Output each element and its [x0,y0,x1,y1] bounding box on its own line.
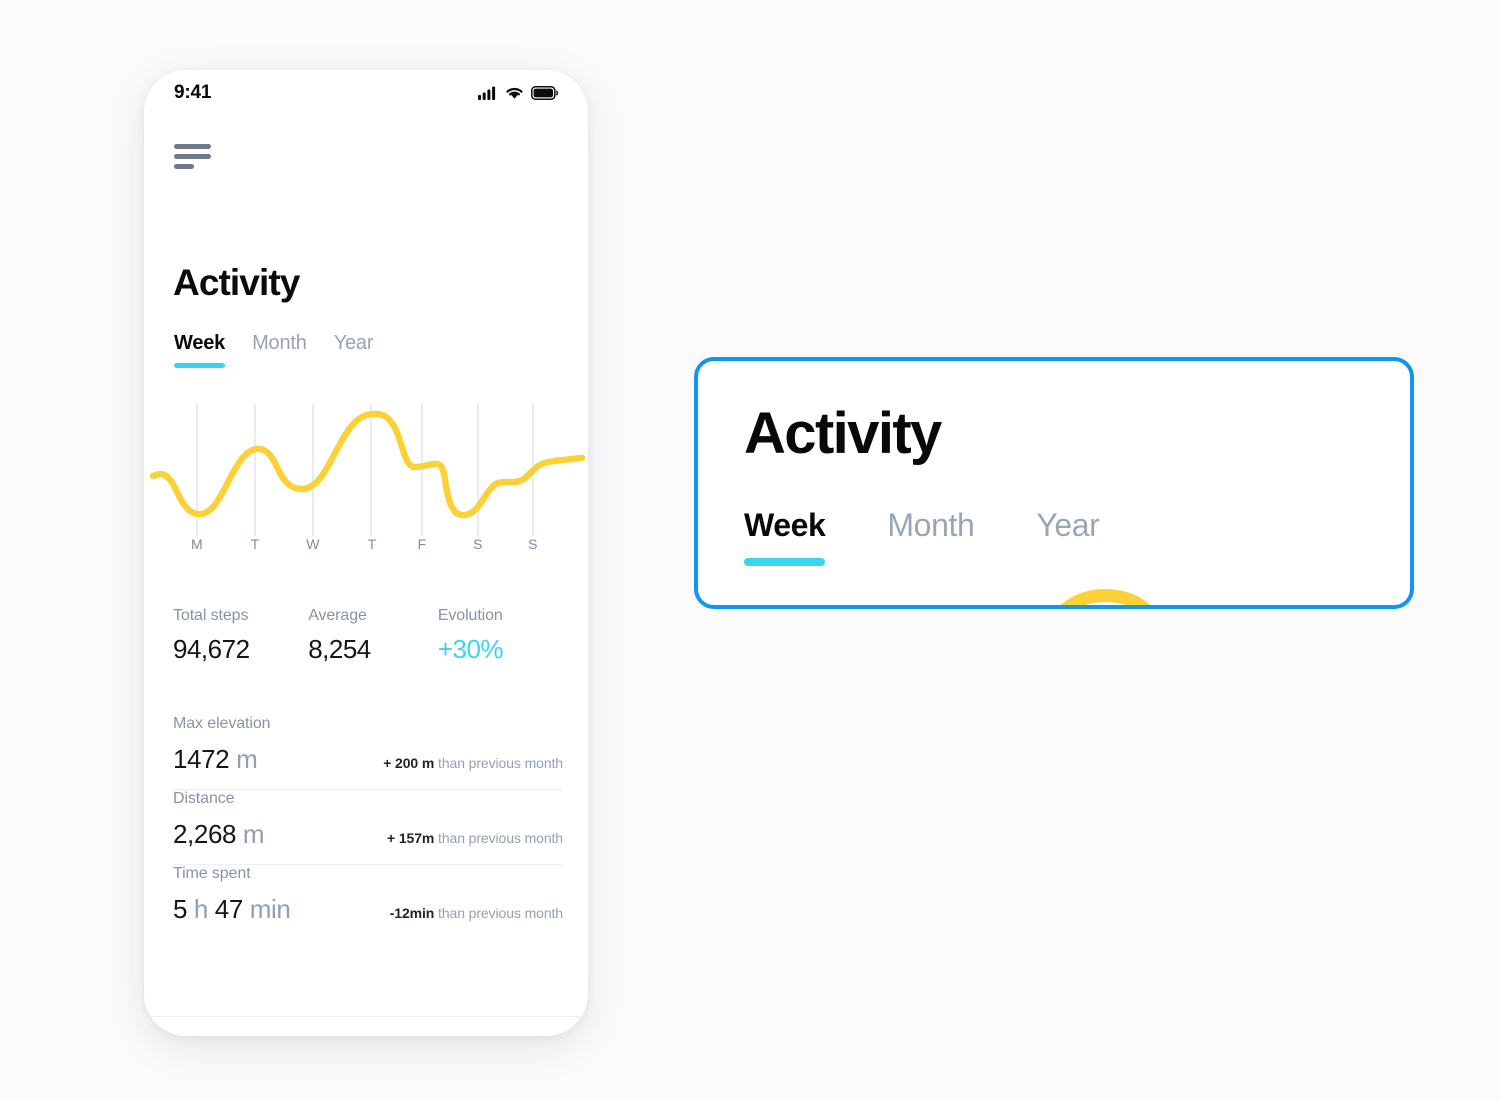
stat-evolution-label: Evolution [437,607,503,624]
status-bar-time: 9:41 [174,82,212,103]
metric-value-number-2: 47 [207,894,250,924]
metric-time-spent-label: Time spent [173,865,251,882]
day-label-fri: F [417,536,427,552]
metric-delta-text: than previous month [434,755,563,771]
callout-tab-year[interactable]: Year [1036,507,1099,566]
metric-value-unit: m [242,819,265,849]
cellular-signal-icon [478,86,496,100]
metric-value-number: 1472 [173,744,237,774]
hamburger-bar-2 [174,154,211,159]
day-label-sat: S [473,536,483,552]
metric-max-elevation-label: Max elevation [173,715,271,732]
summary-stats: Total steps 94,672 Average 8,254 Evoluti… [173,607,573,665]
zoom-detail-callout: Activity Week Month Year [694,357,1414,609]
callout-chart-curve-peek [1060,589,1150,605]
day-label-thu: T [367,536,377,552]
chart-gridlines [196,404,534,536]
metric-max-elevation-value: 1472 m [173,744,258,775]
metric-row: Time spent 5 h 47 min -12min than previo… [173,865,563,939]
metric-value-number: 2,268 [173,819,243,849]
chart-line-path [149,410,586,519]
day-label-wed: W [306,536,320,552]
metric-max-elevation-delta: + 200 m than previous month [383,755,563,771]
day-label-sun: S [528,536,538,552]
day-label-mon: M [191,536,203,552]
status-bar-icons [478,86,558,100]
stat-evolution: Evolution +30% [438,607,573,665]
stat-average-value: 8,254 [308,634,371,664]
day-label-tue: T [250,536,260,552]
callout-tab-year-label: Year [1036,507,1100,543]
hamburger-menu-icon[interactable] [174,144,214,174]
page-title: Activity [173,262,300,303]
callout-page-title: Activity [744,401,942,466]
stat-evolution-value: +30% [437,634,504,664]
metric-row: Distance 2,268 m + 157m than previous mo… [173,790,563,864]
metric-time-spent-delta: -12min than previous month [390,905,563,921]
callout-period-tabs: Week Month Year [744,507,1100,566]
metric-delta-strong: + 157m [386,830,435,846]
stat-total-steps: Total steps 94,672 [173,607,308,665]
metric-value-unit: m [236,744,258,774]
chart-day-labels: M T W T F S S [144,536,588,560]
callout-tab-month-label: Month [887,507,975,543]
metric-row: Max elevation 1472 m + 200 m than previo… [173,715,563,789]
callout-tab-month[interactable]: Month [887,507,974,566]
metric-value-unit: h [193,894,208,924]
callout-tab-active-underline [744,558,826,566]
bottom-navigation-bar [144,1017,588,1036]
metric-delta-text: than previous month [434,905,563,921]
metric-delta-strong: -12min [389,905,435,921]
metric-value-number: 5 [173,894,194,924]
stat-average-label: Average [308,607,367,624]
stat-total-steps-value: 94,672 [173,634,250,664]
metric-distance-value: 2,268 m [173,819,265,850]
metric-delta-strong: + 200 m [383,755,435,771]
stat-average: Average 8,254 [308,607,438,665]
metric-distance-label: Distance [173,790,235,807]
metrics-list: Max elevation 1472 m + 200 m than previo… [173,715,563,939]
metric-value-unit-2: min [249,894,291,924]
metric-distance-delta: + 157m than previous month [387,830,563,846]
metric-time-spent-value: 5 h 47 min [173,894,291,925]
callout-tab-week[interactable]: Week [744,507,826,566]
wifi-icon [506,87,523,99]
hamburger-bar-3 [174,164,194,169]
battery-full-icon [531,86,558,100]
callout-tab-week-label: Week [744,507,826,543]
status-bar: 9:41 [144,70,588,116]
phone-mockup: 9:41 Activity Week Month Year M T W T F … [144,70,588,1036]
stat-total-steps-label: Total steps [173,607,249,624]
hamburger-bar-1 [174,144,211,149]
metric-delta-text: than previous month [434,830,563,846]
